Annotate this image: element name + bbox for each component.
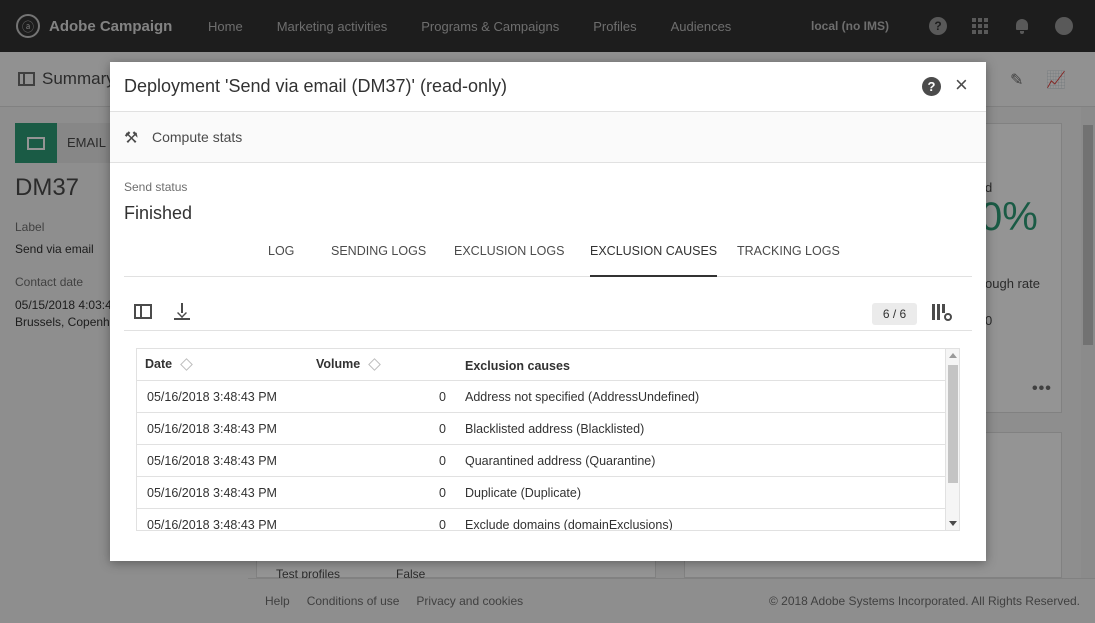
table-row[interactable]: 05/16/2018 3:48:43 PM 0 Address not spec… (137, 381, 959, 413)
modal-close-icon[interactable]: × (955, 73, 968, 97)
sort-icon[interactable] (180, 357, 193, 371)
cell-cause: Exclude domains (domainExclusions) (465, 518, 673, 531)
compute-stats-button[interactable]: Compute stats (152, 129, 242, 145)
modal-title: Deployment 'Send via email (DM37)' (read… (124, 76, 508, 96)
exclusion-causes-table: Date Volume Exclusion causes 05/16/2018 … (136, 348, 960, 531)
tab-tracking-logs[interactable]: TRACKING LOGS (737, 244, 840, 277)
table-row[interactable]: 05/16/2018 3:48:43 PM 0 Quarantined addr… (137, 445, 959, 477)
log-tabs: LOG SENDING LOGS EXCLUSION LOGS EXCLUSIO… (124, 243, 972, 277)
tab-log[interactable]: LOG (268, 244, 294, 277)
column-header-exclusion-causes: Exclusion causes (465, 359, 570, 373)
table-toolbar: 6 / 6 (124, 289, 972, 331)
modal-toolbar: ⚒ Compute stats (110, 112, 986, 163)
sidebar-toggle-icon[interactable] (134, 304, 152, 319)
column-header-volume[interactable]: Volume (316, 357, 382, 371)
table-row[interactable]: 05/16/2018 3:48:43 PM 0 Exclude domains … (137, 509, 959, 531)
sort-icon[interactable] (368, 357, 382, 371)
cell-date: 05/16/2018 3:48:43 PM (147, 518, 277, 531)
tab-sending-logs[interactable]: SENDING LOGS (331, 244, 426, 277)
cell-cause: Blacklisted address (Blacklisted) (465, 422, 645, 436)
column-header-date[interactable]: Date (145, 357, 193, 371)
cell-date: 05/16/2018 3:48:43 PM (147, 486, 277, 500)
send-status-value: Finished (124, 203, 193, 223)
scroll-thumb[interactable] (948, 365, 958, 483)
cell-date: 05/16/2018 3:48:43 PM (147, 422, 277, 436)
table-header: Date Volume Exclusion causes (137, 349, 959, 381)
cell-cause: Duplicate (Duplicate) (465, 486, 582, 500)
cell-cause: Quarantined address (Quarantine) (465, 454, 656, 468)
cell-volume: 0 (439, 486, 446, 500)
record-count-badge: 6 / 6 (872, 303, 917, 325)
table-row[interactable]: 05/16/2018 3:48:43 PM 0 Duplicate (Dupli… (137, 477, 959, 509)
column-header-date-label: Date (145, 357, 173, 371)
cell-date: 05/16/2018 3:48:43 PM (147, 390, 277, 404)
table-row[interactable]: 05/16/2018 3:48:43 PM 0 Blacklisted addr… (137, 413, 959, 445)
column-settings-icon[interactable] (932, 304, 952, 322)
column-header-volume-label: Volume (316, 357, 361, 371)
table-scrollbar[interactable] (945, 349, 959, 530)
cell-date: 05/16/2018 3:48:43 PM (147, 454, 277, 468)
modal-help-icon[interactable]: ? (922, 77, 941, 96)
download-icon[interactable] (174, 303, 190, 320)
cell-volume: 0 (439, 390, 446, 404)
cell-volume: 0 (439, 518, 446, 531)
cell-volume: 0 (439, 454, 446, 468)
modal-body: Send status Finished LOG SENDING LOGS EX… (110, 163, 986, 560)
cell-cause: Address not specified (AddressUndefined) (465, 390, 700, 404)
send-status-label: Send status (124, 180, 188, 194)
cell-volume: 0 (439, 422, 446, 436)
tab-exclusion-logs[interactable]: EXCLUSION LOGS (454, 244, 564, 277)
scroll-up-icon[interactable] (949, 353, 957, 358)
compute-stats-icon[interactable]: ⚒ (124, 128, 144, 148)
scroll-down-icon[interactable] (949, 521, 957, 526)
tab-exclusion-causes[interactable]: EXCLUSION CAUSES (590, 244, 718, 277)
modal-header: Deployment 'Send via email (DM37)' (read… (110, 62, 986, 112)
deployment-modal: Deployment 'Send via email (DM37)' (read… (110, 62, 986, 561)
